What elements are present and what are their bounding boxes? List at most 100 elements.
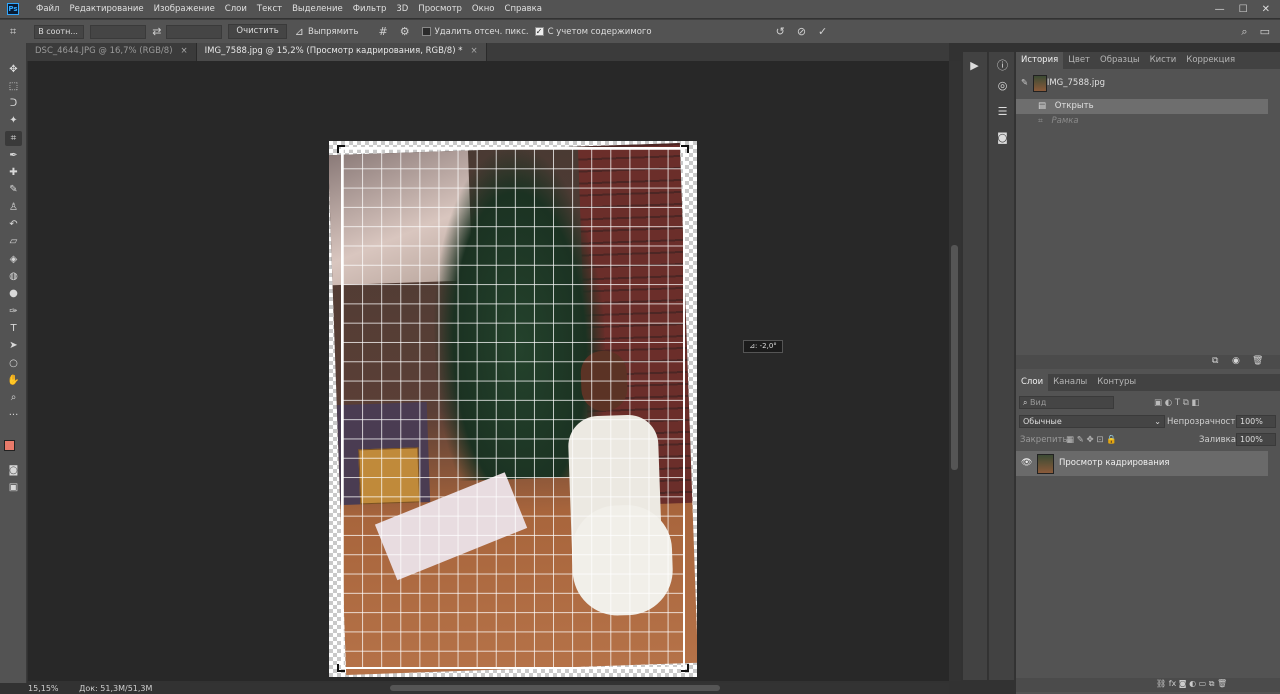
adjustments-icon[interactable]: ☰	[995, 104, 1010, 119]
clone-stamp-tool-icon[interactable]: ♙	[5, 200, 22, 215]
close-button[interactable]: ✕	[1262, 4, 1270, 15]
ratio-preset-select[interactable]: В соотн...	[34, 24, 85, 39]
move-tool-icon[interactable]: ✥	[5, 62, 22, 77]
horizontal-scroll-thumb[interactable]	[390, 685, 720, 691]
tab-dsc-4644[interactable]: DSC_4644.JPG @ 16,7% (RGB/8) ×	[27, 43, 197, 61]
tab-brushes[interactable]: Кисти	[1145, 52, 1182, 69]
crop-handle-top-left[interactable]	[337, 145, 345, 153]
snapshot-camera-icon[interactable]: ◉	[1232, 356, 1240, 366]
layer-search-input[interactable]: ⌕ Вид	[1019, 396, 1114, 409]
layer-name[interactable]: Просмотр кадрирования	[1059, 458, 1169, 468]
straighten-label[interactable]: Выпрямить	[308, 27, 359, 37]
tab-channels[interactable]: Каналы	[1048, 374, 1092, 391]
path-selection-tool-icon[interactable]: ➤	[5, 338, 22, 353]
ellipse-tool-icon[interactable]: ○	[5, 356, 22, 371]
lock-icons[interactable]: ▦ ✎ ✥ ⊡ 🔒	[1066, 435, 1117, 445]
layer-row[interactable]: 👁 Просмотр кадрирования	[1016, 451, 1268, 476]
commit-check-icon[interactable]: ✓	[818, 25, 827, 38]
more-tools-icon[interactable]: ···	[5, 408, 22, 423]
ratio-width-input[interactable]	[90, 24, 147, 39]
layer-footer-icons[interactable]: ⛓ fx ◙ ◐ ▭ ⧉ 🗑	[1156, 679, 1227, 689]
menu-type[interactable]: Текст	[252, 0, 287, 18]
menu-edit[interactable]: Редактирование	[64, 0, 148, 18]
paint-bucket-tool-icon[interactable]: ◈	[5, 252, 22, 267]
magic-wand-tool-icon[interactable]: ✦	[5, 113, 22, 128]
visibility-eye-icon[interactable]: 👁	[1021, 458, 1032, 468]
foreground-color-swatch[interactable]	[4, 440, 15, 451]
tab-close-icon[interactable]: ×	[181, 46, 188, 56]
tab-paths[interactable]: Контуры	[1092, 374, 1141, 391]
menu-filter[interactable]: Фильтр	[348, 0, 392, 18]
info-icon[interactable]: ⓘ	[995, 58, 1010, 73]
crop-tool-preset-icon[interactable]: ⌗	[10, 25, 16, 39]
minimize-button[interactable]: —	[1215, 4, 1225, 15]
tab-img-7588[interactable]: IMG_7588.jpg @ 15,2% (Просмотр кадрирова…	[196, 43, 487, 61]
tab-layers[interactable]: Слои	[1016, 374, 1049, 391]
tab-adjustments[interactable]: Коррекция	[1181, 52, 1240, 69]
fill-input[interactable]: 100%	[1236, 433, 1276, 446]
swap-icon[interactable]: ⇄	[152, 25, 161, 38]
crop-handle-bottom-left[interactable]	[337, 664, 345, 672]
hand-tool-icon[interactable]: ✋	[5, 373, 22, 388]
cancel-icon[interactable]: ⊘	[797, 25, 806, 38]
menu-image[interactable]: Изображение	[149, 0, 220, 18]
quick-mask-icon[interactable]: ◙	[5, 463, 22, 478]
eraser-tool-icon[interactable]: ▱	[5, 234, 22, 249]
healing-brush-tool-icon[interactable]: ✚	[5, 165, 22, 180]
menu-help[interactable]: Справка	[500, 0, 547, 18]
search-icon[interactable]: ⌕	[1241, 25, 1247, 39]
crop-handle-top-right[interactable]	[681, 145, 689, 153]
crop-tool-icon[interactable]: ⌗	[5, 131, 22, 146]
blur-tool-icon[interactable]: ◍	[5, 269, 22, 284]
menu-window[interactable]: Окно	[467, 0, 500, 18]
history-step-open[interactable]: ▤ Открыть	[1016, 99, 1268, 114]
screen-mode-icon[interactable]: ▣	[5, 480, 22, 495]
tab-swatches[interactable]: Образцы	[1095, 52, 1145, 69]
delete-icon[interactable]: 🗑	[1252, 356, 1263, 366]
tab-close-icon[interactable]: ×	[470, 46, 477, 56]
overlay-grid-icon[interactable]: #	[379, 25, 388, 38]
libraries-icon[interactable]: ◙	[995, 130, 1010, 145]
ratio-height-input[interactable]	[166, 24, 223, 39]
new-document-icon[interactable]: ⧉	[1212, 356, 1218, 366]
workspace-icon[interactable]: ▭	[1260, 25, 1270, 38]
pen-tool-icon[interactable]: ✑	[5, 304, 22, 319]
zoom-level[interactable]: 15,15%	[28, 684, 59, 693]
history-brush-source-icon[interactable]: ✎	[1021, 78, 1028, 88]
crop-handle-bottom-right[interactable]	[681, 664, 689, 672]
document-image[interactable]	[329, 141, 697, 677]
menu-view[interactable]: Просмотр	[413, 0, 467, 18]
blend-mode-value: Обычные	[1023, 417, 1062, 426]
play-icon[interactable]: ▶	[967, 58, 982, 73]
settings-gear-icon[interactable]: ⚙	[400, 25, 410, 38]
properties-icon[interactable]: ◎	[995, 78, 1010, 93]
menu-select[interactable]: Выделение	[287, 0, 348, 18]
straighten-icon[interactable]: ⊿	[295, 25, 304, 38]
menu-file[interactable]: Файл	[31, 0, 64, 18]
opacity-input[interactable]: 100%	[1236, 415, 1276, 428]
blend-mode-select[interactable]: Обычные ⌄	[1019, 415, 1165, 428]
tab-history[interactable]: История	[1016, 52, 1064, 69]
right-panels: История Цвет Образцы Кисти Коррекция ✎ I…	[1016, 52, 1280, 694]
clear-button[interactable]: Очистить	[228, 24, 287, 39]
menu-3d[interactable]: 3D	[391, 0, 413, 18]
tab-color[interactable]: Цвет	[1063, 52, 1095, 69]
delete-cropped-checkbox[interactable]	[421, 27, 431, 36]
lasso-tool-icon[interactable]: ᑐ	[5, 96, 22, 111]
history-snapshot-row[interactable]: ✎ IMG_7588.jpg	[1018, 76, 1270, 91]
maximize-button[interactable]: ☐	[1239, 4, 1248, 15]
zoom-tool-icon[interactable]: ⌕	[5, 390, 22, 405]
vertical-scroll-thumb[interactable]	[951, 245, 958, 470]
layer-filter-icons[interactable]: ▣ ◐ T ⧉ ◧	[1154, 398, 1200, 408]
content-aware-checkbox[interactable]: ✓	[534, 27, 544, 36]
crop-grid-overlay[interactable]	[341, 147, 685, 669]
type-tool-icon[interactable]: T	[5, 321, 22, 336]
eyedropper-tool-icon[interactable]: ✒	[5, 148, 22, 163]
marquee-tool-icon[interactable]: ⬚	[5, 79, 22, 94]
history-step-crop[interactable]: ⌗ Рамка	[1016, 114, 1268, 129]
dodge-tool-icon[interactable]: ●	[5, 286, 22, 301]
brush-tool-icon[interactable]: ✎	[5, 182, 22, 197]
menu-layers[interactable]: Слои	[220, 0, 252, 18]
history-brush-tool-icon[interactable]: ↶	[5, 217, 22, 232]
reset-icon[interactable]: ↺	[776, 25, 785, 38]
